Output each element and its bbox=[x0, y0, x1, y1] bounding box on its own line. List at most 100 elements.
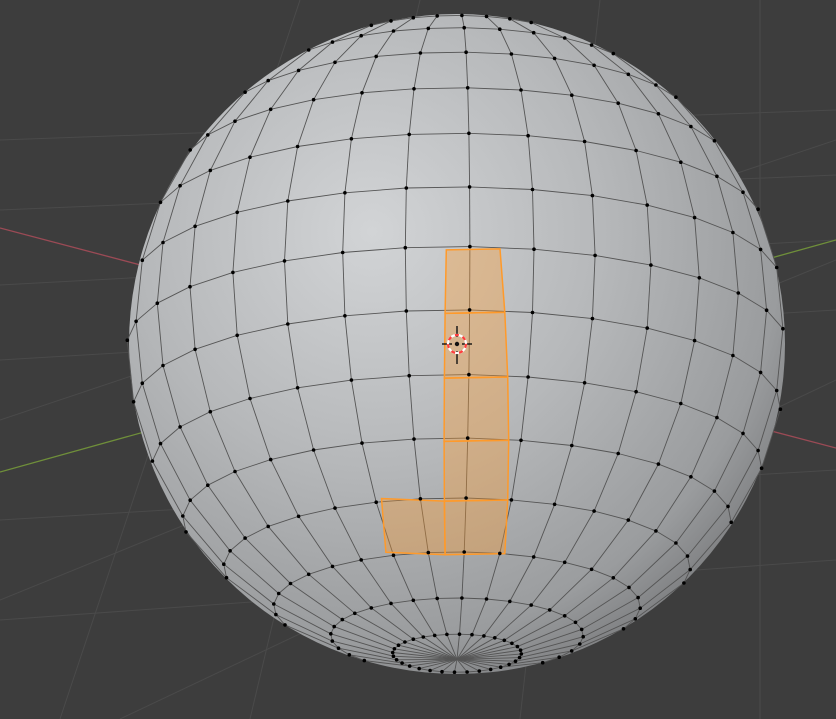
mesh-vertex[interactable] bbox=[611, 51, 616, 56]
mesh-vertex[interactable] bbox=[411, 15, 416, 20]
mesh-vertex[interactable] bbox=[412, 87, 416, 91]
mesh-vertex[interactable] bbox=[295, 144, 300, 149]
mesh-vertex[interactable] bbox=[288, 581, 293, 586]
mesh-vertex[interactable] bbox=[243, 90, 247, 94]
mesh-vertex[interactable] bbox=[778, 407, 783, 412]
mesh-vertex[interactable] bbox=[311, 448, 316, 452]
mesh-vertex[interactable] bbox=[428, 668, 432, 673]
mesh-vertex[interactable] bbox=[592, 63, 596, 68]
mesh-vertex[interactable] bbox=[404, 309, 409, 313]
mesh-vertex[interactable] bbox=[391, 553, 396, 558]
mesh-vertex[interactable] bbox=[347, 653, 352, 657]
mesh-vertex[interactable] bbox=[468, 244, 472, 249]
mesh-vertex[interactable] bbox=[161, 363, 165, 368]
mesh-vertex[interactable] bbox=[529, 603, 533, 607]
mesh-vertex[interactable] bbox=[411, 637, 416, 641]
selected-face[interactable] bbox=[444, 248, 506, 315]
mesh-vertex[interactable] bbox=[488, 667, 493, 672]
mesh-vertex[interactable] bbox=[519, 438, 523, 443]
mesh-vertex[interactable] bbox=[645, 203, 649, 207]
selected-face[interactable] bbox=[443, 439, 510, 502]
mesh-vertex[interactable] bbox=[756, 207, 760, 211]
mesh-vertex[interactable] bbox=[758, 370, 763, 375]
mesh-vertex[interactable] bbox=[679, 401, 683, 406]
mesh-vertex[interactable] bbox=[507, 662, 511, 667]
mesh-vertex[interactable] bbox=[158, 200, 163, 205]
mesh-vertex[interactable] bbox=[178, 183, 182, 188]
mesh-vertex[interactable] bbox=[330, 639, 335, 643]
mesh-vertex[interactable] bbox=[329, 632, 333, 636]
mesh-vertex[interactable] bbox=[531, 30, 536, 35]
mesh-vertex[interactable] bbox=[477, 669, 482, 673]
mesh-vertex[interactable] bbox=[266, 78, 271, 83]
mesh-vertex[interactable] bbox=[552, 56, 557, 61]
mesh-vertex[interactable] bbox=[570, 93, 574, 97]
mesh-vertex[interactable] bbox=[282, 259, 287, 263]
mesh-vertex[interactable] bbox=[502, 638, 507, 643]
mesh-vertex[interactable] bbox=[626, 72, 631, 77]
mesh-vertex[interactable] bbox=[178, 425, 182, 429]
mesh-vertex[interactable] bbox=[283, 623, 287, 627]
mesh-vertex[interactable] bbox=[682, 581, 686, 585]
mesh-vertex[interactable] bbox=[457, 632, 462, 636]
mesh-vertex[interactable] bbox=[158, 441, 163, 446]
mesh-vertex[interactable] bbox=[592, 509, 596, 513]
mesh-vertex[interactable] bbox=[518, 648, 523, 652]
mesh-vertex[interactable] bbox=[394, 658, 399, 662]
mesh-vertex[interactable] bbox=[510, 641, 514, 646]
mesh-vertex[interactable] bbox=[465, 670, 469, 674]
mesh-vertex[interactable] bbox=[645, 326, 649, 330]
mesh-vertex[interactable] bbox=[715, 415, 719, 420]
mesh-vertex[interactable] bbox=[467, 308, 472, 312]
mesh-vertex[interactable] bbox=[508, 599, 512, 604]
3d-viewport[interactable] bbox=[0, 0, 836, 719]
mesh-vertex[interactable] bbox=[188, 148, 192, 152]
mesh-vertex[interactable] bbox=[208, 409, 213, 414]
mesh-vertex[interactable] bbox=[656, 112, 661, 116]
mesh-vertex[interactable] bbox=[274, 612, 278, 617]
mesh-vertex[interactable] bbox=[688, 567, 692, 572]
mesh-vertex[interactable] bbox=[685, 554, 690, 558]
mesh-vertex[interactable] bbox=[340, 250, 345, 255]
mesh-vertex[interactable] bbox=[590, 193, 595, 198]
mesh-vertex[interactable] bbox=[611, 576, 616, 580]
mesh-vertex[interactable] bbox=[418, 51, 423, 55]
mesh-vertex[interactable] bbox=[689, 124, 693, 129]
mesh-vertex[interactable] bbox=[590, 316, 595, 321]
mesh-vertex[interactable] bbox=[756, 448, 760, 453]
mesh-vertex[interactable] bbox=[741, 190, 745, 194]
mesh-vertex[interactable] bbox=[692, 338, 697, 343]
mesh-vertex[interactable] bbox=[412, 437, 416, 441]
mesh-vertex[interactable] bbox=[547, 608, 552, 612]
mesh-vertex[interactable] bbox=[467, 372, 471, 377]
mesh-vertex[interactable] bbox=[509, 498, 514, 502]
mesh-vertex[interactable] bbox=[374, 54, 379, 59]
mesh-vertex[interactable] bbox=[552, 502, 557, 507]
mesh-vertex[interactable] bbox=[460, 13, 464, 18]
mesh-vertex[interactable] bbox=[193, 347, 197, 352]
mesh-vertex[interactable] bbox=[621, 627, 626, 631]
mesh-vertex[interactable] bbox=[336, 646, 341, 650]
mesh-vertex[interactable] bbox=[403, 245, 408, 250]
mesh-vertex[interactable] bbox=[276, 591, 281, 596]
mesh-vertex[interactable] bbox=[562, 614, 567, 618]
mesh-vertex[interactable] bbox=[517, 655, 522, 660]
mesh-vertex[interactable] bbox=[435, 596, 440, 601]
mesh-vertex[interactable] bbox=[532, 247, 536, 251]
mesh-vertex[interactable] bbox=[689, 475, 693, 479]
mesh-vertex[interactable] bbox=[391, 654, 396, 658]
mesh-vertex[interactable] bbox=[526, 375, 530, 379]
mesh-vertex[interactable] bbox=[390, 650, 395, 655]
mesh-vertex[interactable] bbox=[509, 52, 514, 56]
mesh-vertex[interactable] bbox=[513, 659, 518, 663]
mesh-vertex[interactable] bbox=[493, 636, 497, 640]
mesh-vertex[interactable] bbox=[445, 632, 449, 637]
mesh-vertex[interactable] bbox=[268, 457, 273, 462]
mesh-vertex[interactable] bbox=[674, 541, 678, 545]
mesh-vertex[interactable] bbox=[467, 131, 471, 136]
mesh-vertex[interactable] bbox=[562, 36, 567, 40]
mesh-vertex[interactable] bbox=[526, 133, 530, 138]
mesh-vertex[interactable] bbox=[562, 560, 567, 565]
mesh-vertex[interactable] bbox=[634, 389, 638, 394]
mesh-vertex[interactable] bbox=[235, 210, 239, 215]
